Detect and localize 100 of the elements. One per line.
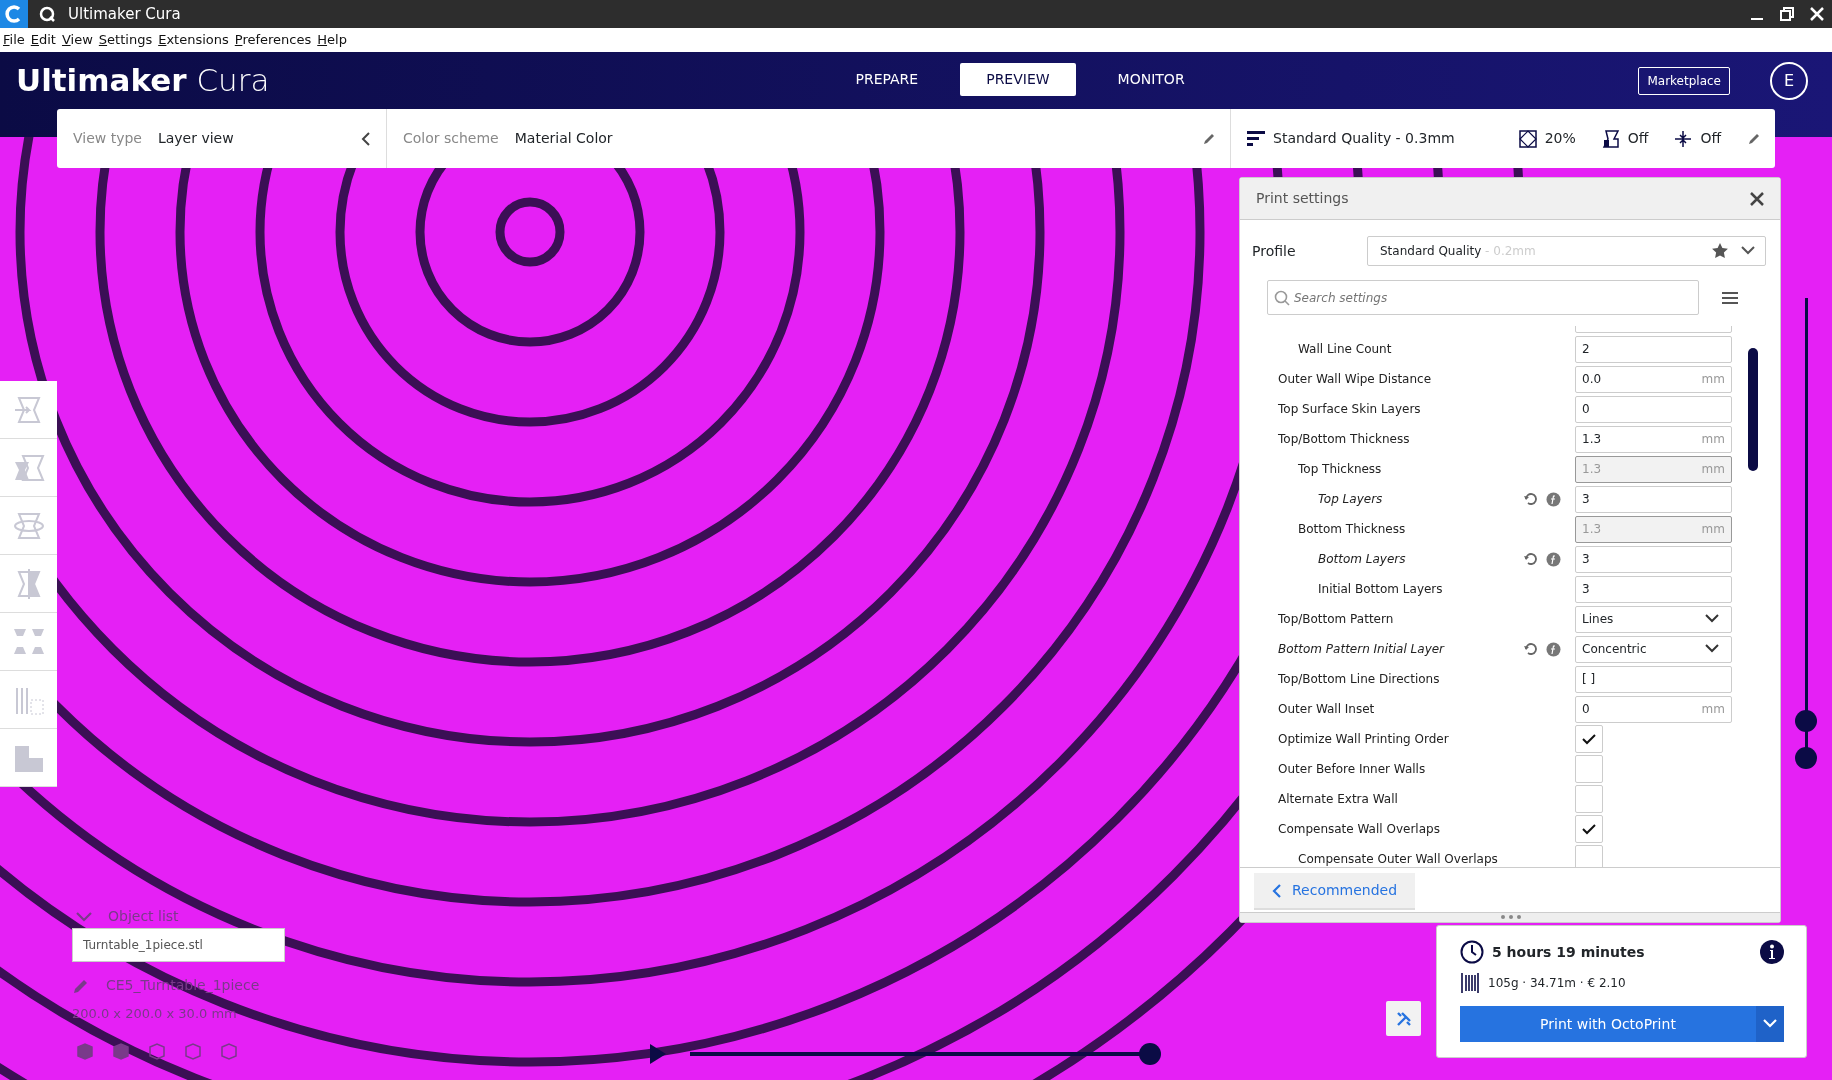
checkbox[interactable] — [1575, 755, 1603, 783]
dots-icon — [1501, 915, 1521, 919]
infill-icon — [1518, 129, 1537, 148]
input-field[interactable]: 0.0 mm — [1575, 365, 1732, 393]
menu-item[interactable]: Edit — [27, 30, 59, 50]
check-icon — [1582, 823, 1596, 835]
tools-icon — [1395, 1010, 1412, 1027]
setting-label: Top/Bottom Thickness — [1278, 431, 1411, 448]
input-field[interactable]: [ ] — [1575, 665, 1732, 693]
setting-label: Top Thickness — [1298, 461, 1383, 478]
check-icon — [1582, 733, 1596, 745]
marketplace-button[interactable]: Marketplace — [1638, 67, 1730, 95]
resize-handle[interactable] — [1240, 912, 1780, 922]
tools-button[interactable] — [1386, 1001, 1421, 1036]
setting-label: Top Layers — [1318, 491, 1384, 508]
material-usage: 105g · 34.71m · € 2.10 — [1488, 975, 1626, 992]
reset-icon[interactable] — [1523, 641, 1538, 657]
setting-label: Wall Line Count — [1298, 341, 1393, 358]
panel-title: Print settings — [1256, 189, 1349, 208]
close-icon[interactable] — [1750, 191, 1764, 206]
dimensions-text: 200.0 x 200.0 x 30.0 mm — [72, 1005, 237, 1023]
select-field[interactable]: Lines — [1575, 605, 1732, 633]
setting-label: Top Surface Skin Layers — [1278, 401, 1422, 418]
scrollbar[interactable] — [1748, 348, 1758, 471]
input-field[interactable]: 2 — [1575, 335, 1732, 363]
chevron-left-icon — [1272, 884, 1282, 898]
menu-item[interactable]: View — [58, 30, 96, 50]
setting-label: Outer Wall Inset — [1278, 701, 1376, 718]
formula-icon — [1546, 491, 1561, 507]
pencil-icon[interactable] — [1747, 131, 1761, 146]
play-icon[interactable] — [648, 1043, 668, 1065]
support-value[interactable]: Off — [1627, 128, 1649, 149]
menu-item[interactable]: Extensions — [155, 30, 232, 50]
filament-icon — [1460, 972, 1480, 994]
color-scheme-label: Color scheme — [403, 129, 499, 148]
setting-label: Top/Bottom Line Directions — [1278, 671, 1441, 688]
checkbox[interactable] — [1575, 725, 1603, 753]
pencil-icon[interactable] — [1202, 131, 1216, 146]
checkbox[interactable] — [1575, 845, 1603, 867]
recommended-button[interactable]: Recommended — [1254, 873, 1416, 910]
lower-layer-handle[interactable] — [1795, 747, 1817, 769]
view-type-value[interactable]: Layer view — [157, 128, 234, 149]
restore-icon[interactable] — [1780, 7, 1794, 21]
reset-icon[interactable] — [1523, 551, 1538, 567]
infill-value[interactable]: 20% — [1544, 128, 1576, 149]
menu-item[interactable]: Help — [314, 30, 350, 50]
checkbox[interactable] — [1575, 815, 1603, 843]
setting-label: Bottom Thickness — [1298, 521, 1407, 538]
chevron-down-icon — [1763, 1019, 1777, 1029]
star-icon[interactable] — [1711, 242, 1729, 260]
info-icon[interactable] — [1760, 940, 1784, 964]
stage-tab[interactable]: MONITOR — [1091, 63, 1211, 96]
setting-label: Alternate Extra Wall — [1278, 791, 1399, 808]
checkbox[interactable] — [1575, 785, 1603, 813]
setting-label: Top/Bottom Pattern — [1278, 611, 1395, 628]
input-field[interactable]: 0 mm — [1575, 695, 1732, 723]
setting-label: Bottom Pattern Initial Layer — [1278, 641, 1446, 658]
window-title: Ultimaker Cura — [68, 3, 181, 25]
path-slider-handle[interactable] — [1139, 1043, 1161, 1065]
chevron-down-icon — [1705, 644, 1719, 654]
input-field[interactable]: 1.3 mm — [1575, 425, 1732, 453]
adhesion-value[interactable]: Off — [1700, 128, 1722, 149]
reset-icon[interactable] — [1523, 491, 1538, 507]
upper-layer-handle[interactable] — [1795, 710, 1817, 733]
clock-icon — [1460, 940, 1484, 964]
chevron-left-icon[interactable] — [360, 131, 372, 146]
print-options-button[interactable] — [1756, 1006, 1784, 1042]
chevron-down-icon — [1741, 246, 1755, 256]
adhesion-icon — [1674, 129, 1693, 148]
formula-icon — [1546, 551, 1561, 567]
menu-item[interactable]: File — [0, 30, 28, 50]
formula-icon — [1546, 641, 1561, 657]
setting-label: Bottom Layers — [1318, 551, 1407, 568]
profile-label: Profile — [1252, 241, 1297, 261]
print-button[interactable]: Print with OctoPrint — [1460, 1006, 1756, 1042]
search-field[interactable]: Search settings — [1267, 280, 1699, 315]
setting-label: Compensate Outer Wall Overlaps — [1298, 851, 1499, 867]
print-time: 5 hours 19 minutes — [1492, 942, 1645, 962]
setting-label: Optimize Wall Printing Order — [1278, 731, 1450, 748]
menu-icon[interactable] — [1721, 290, 1739, 305]
quality-value[interactable]: Standard Quality - 0.3mm — [1273, 128, 1455, 149]
setting-label: Compensate Wall Overlaps — [1278, 821, 1441, 838]
color-scheme-value[interactable]: Material Color — [514, 128, 613, 149]
stage-tab[interactable]: PREPARE — [829, 63, 945, 96]
select-field[interactable]: Concentric — [1575, 635, 1732, 663]
view-type-label: View type — [73, 129, 142, 148]
app-logo: Ultimaker Cura — [16, 62, 270, 100]
menu-item[interactable]: Settings — [95, 30, 156, 50]
account-avatar[interactable]: E — [1770, 62, 1808, 100]
chevron-down-icon — [1705, 614, 1719, 624]
quality-icon — [1247, 129, 1265, 148]
menu-item[interactable]: Preferences — [231, 30, 315, 50]
search-icon — [1274, 290, 1290, 306]
support-icon — [1601, 129, 1620, 148]
setting-label: Outer Wall Wipe Distance — [1278, 371, 1433, 388]
setting-label: Outer Before Inner Walls — [1278, 761, 1427, 778]
stage-tab[interactable]: PREVIEW — [960, 63, 1076, 96]
input-field[interactable]: 0 — [1575, 395, 1732, 423]
setting-label: Initial Bottom Layers — [1318, 581, 1444, 598]
object-list-item[interactable]: Turntable_1piece.stl — [72, 928, 285, 962]
